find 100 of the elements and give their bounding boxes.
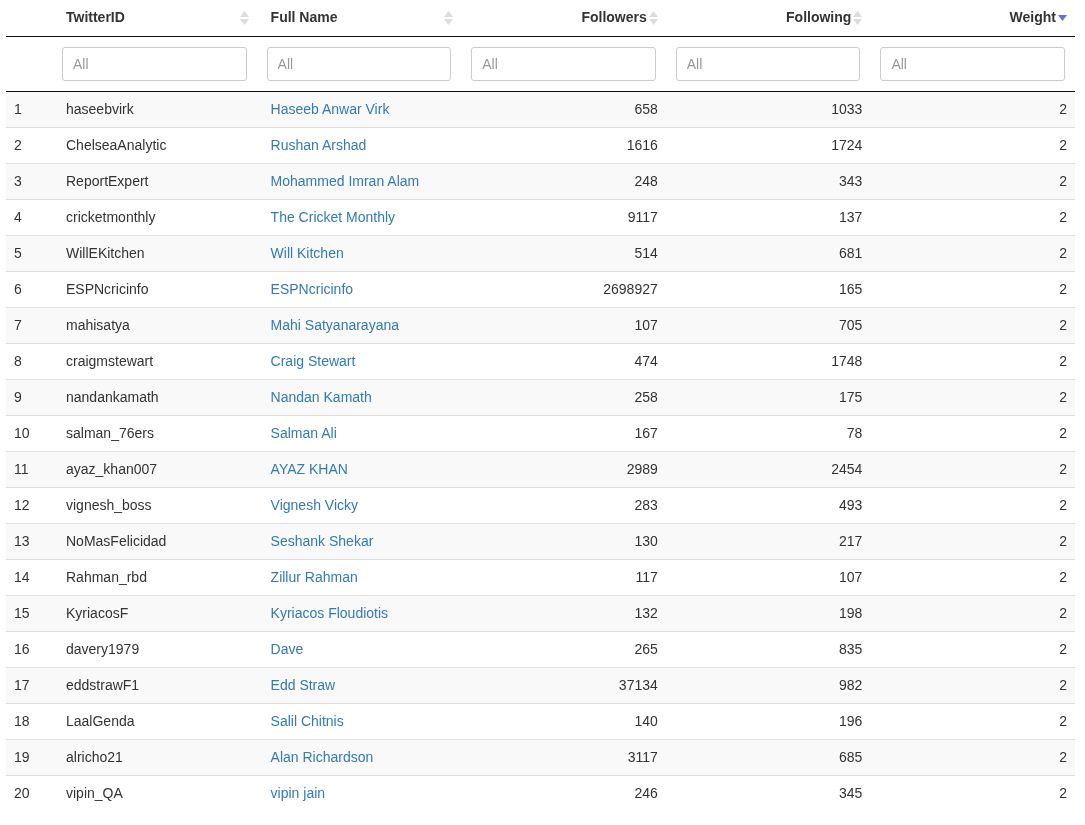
table-cell: cricketmonthly [66,208,156,225]
table-cell: 2 [1059,640,1067,657]
name-link[interactable]: ESPNcricinfo [270,280,354,297]
table-cell: 2454 [831,460,863,477]
table-cell: alricho21 [66,748,123,765]
table-cell: 9117 [627,208,658,225]
table-cell: ChelseaAnalytic [66,136,167,153]
name-link[interactable]: Craig Stewart [270,352,356,369]
row-number: 7 [14,316,22,333]
table-cell: WillEKitchen [66,244,145,261]
table-cell: KyriacosF [66,604,129,621]
row-number: 3 [14,172,22,189]
table-cell: vipin_QA [66,784,123,801]
table-cell: 705 [839,316,863,333]
row-number: 20 [14,784,30,801]
column-header[interactable]: Followers [581,7,647,29]
table-cell: davery1979 [66,640,140,657]
table-cell: 2 [1059,424,1067,441]
table-cell: 1033 [831,100,863,117]
name-link[interactable]: Will Kitchen [270,244,344,261]
table-cell: 117 [635,568,658,585]
table-cell: 1724 [831,136,863,153]
table-cell: 2 [1059,208,1067,225]
table-cell: 2 [1059,676,1067,693]
row-number: 19 [14,748,30,765]
filter-field[interactable]: All [471,46,656,81]
table-cell: 474 [634,352,658,369]
column-header[interactable]: Full Name [270,7,338,29]
table-cell: 343 [839,172,863,189]
table-cell: 681 [839,244,863,261]
row-number: 15 [14,604,30,621]
name-link[interactable]: Zillur Rahman [270,568,358,585]
name-link[interactable]: vipin jain [270,784,326,801]
row-number: 6 [14,280,22,297]
table-cell: 130 [634,532,658,549]
table-cell: Rahman_rbd [66,568,147,585]
filter-field[interactable]: All [62,46,247,81]
column-header[interactable]: Weight [1009,7,1056,29]
table-cell: 658 [634,100,658,117]
table-cell: salman_76ers [66,424,154,441]
table-cell: 2 [1059,244,1067,261]
row-number: 12 [14,496,30,513]
table-cell: 2 [1059,460,1067,477]
table-cell: 283 [634,496,658,513]
table-cell: 2 [1059,784,1067,801]
column-header[interactable]: TwitterID [66,7,125,29]
row-number: 1 [14,100,22,117]
table-cell: 2 [1059,604,1067,621]
table-cell: 2 [1059,136,1067,153]
table-cell: 1748 [831,352,863,369]
table-cell: haseebvirk [66,100,134,117]
table-cell: 2 [1059,100,1067,117]
table-cell: 2 [1059,316,1067,333]
table-cell: 246 [634,784,658,801]
table-cell: ayaz_khan007 [66,460,158,477]
table-cell: 2 [1059,496,1067,513]
row-number: 17 [14,676,30,693]
name-link[interactable]: The Cricket Monthly [270,208,396,225]
name-link[interactable]: AYAZ KHAN [270,460,348,477]
table-cell: nandankamath [66,388,159,405]
table-cell: 345 [839,784,863,801]
table-cell: 2 [1059,352,1067,369]
name-link[interactable]: Rushan Arshad [270,136,367,153]
table-cell: eddstrawF1 [66,676,140,693]
table-cell: 2 [1059,748,1067,765]
table-cell: NoMasFelicidad [66,532,167,549]
row-number: 14 [14,568,30,585]
table-cell: ReportExpert [66,172,149,189]
row-number: 16 [14,640,30,657]
row-number: 5 [14,244,22,261]
table-cell: 265 [634,640,658,657]
table-cell: 2 [1059,172,1067,189]
table-cell: 37134 [618,676,658,693]
table-cell: LaalGenda [66,712,135,729]
filter-field[interactable]: All [266,46,452,81]
column-header[interactable]: Following [786,7,852,29]
table-cell: 196 [839,712,863,729]
table-cell: 140 [634,712,658,729]
table-cell: 2989 [626,460,658,477]
table-cell: 248 [634,172,658,189]
table-cell: 2 [1059,388,1067,405]
table-cell: 258 [634,388,658,405]
table-cell: 2698927 [603,280,658,297]
name-link[interactable]: Dave [270,640,304,657]
table-cell: mahisatya [66,316,130,333]
table-cell: 1616 [626,136,658,153]
filter-field[interactable]: All [675,46,861,81]
name-link[interactable]: Salil Chitnis [270,712,344,729]
table-cell: 217 [839,532,863,549]
name-link[interactable]: Vignesh Vicky [270,496,359,513]
table-cell: 685 [839,748,863,765]
filter-field[interactable]: All [880,46,1065,81]
table-cell: ESPNcricinfo [66,280,149,297]
name-link[interactable]: Salman Ali [270,424,337,441]
table-cell: 835 [839,640,863,657]
name-link[interactable]: Edd Straw [270,676,336,693]
table-cell: 514 [634,244,658,261]
row-number: 2 [14,136,22,153]
table-cell: 165 [839,280,863,297]
table-cell: 137 [839,208,863,225]
